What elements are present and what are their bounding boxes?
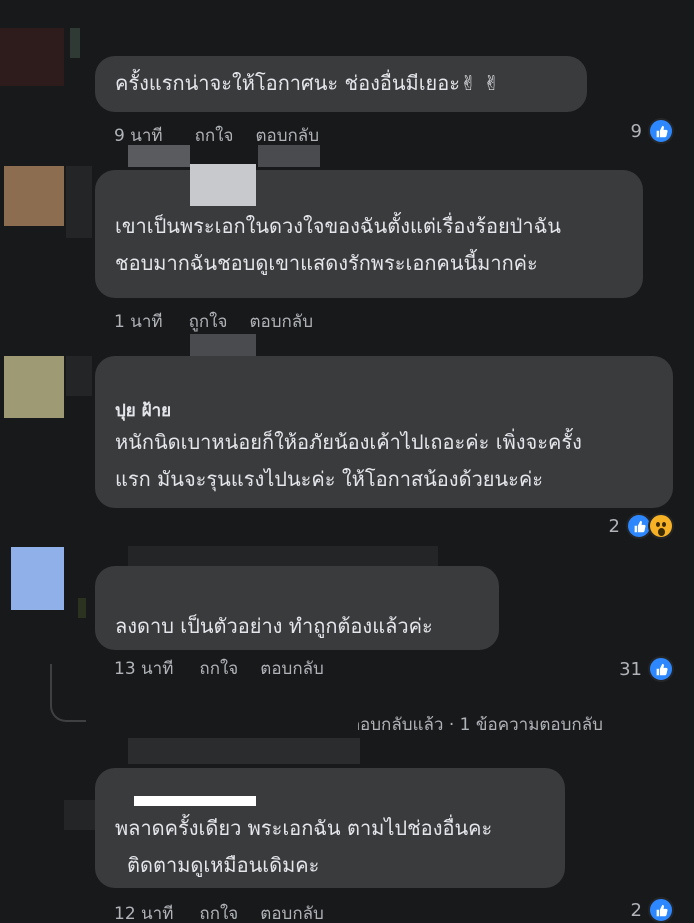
censored-name [66,356,92,396]
avatar[interactable] [4,166,64,226]
comment-text: ลงดาบ เป็นตัวอย่าง ทำถูกต้องแล้วค่ะ [115,614,433,638]
like-icon [648,656,674,682]
like-button[interactable]: ถกใจ [195,122,234,149]
censored-name [128,738,360,764]
like-icon [648,897,674,923]
reaction-summary[interactable]: 2 [609,513,674,539]
comments-page: ครั้งแรกน่าจะให้โอกาศนะ ช่องอื่นมีเยอะ✌ … [0,0,694,923]
comment-time[interactable]: 12 นาที [114,900,173,923]
censored-name [78,598,86,618]
reply-button[interactable]: ตอบกลับ [260,900,324,923]
censored-name [190,164,256,206]
comment-text: ชอบมากฉันชอบดูเขาแสดงรักพระเอกคนนี้มากค่… [115,251,538,275]
censored-name [86,680,358,740]
avatar[interactable] [11,547,64,610]
view-replies-link[interactable]: ตอบกลับแล้ว · 1 ข้อความตอบกลับ [358,711,603,738]
comment-actions: 12 นาที ถกใจ ตอบกลับ [114,900,324,923]
comment-text: พลาดครั้งเดียว พระเอกฉัน ตามไปช่องอื่นคะ [115,816,493,840]
reaction-count: 9 [630,120,642,142]
censored-name [66,166,92,238]
censored-name [70,28,80,58]
reply-button[interactable]: ตอบกลับ [249,308,313,335]
thread-connector [50,664,86,722]
comment-actions: 1 นาที ถูกใจ ตอบกลับ [114,308,313,335]
comment-bubble: ลงดาบ เป็นตัวอย่าง ทำถูกต้องแล้วค่ะ [95,566,499,650]
censored-name [134,796,256,806]
like-button[interactable]: ถกใจ [199,658,238,679]
comment-text: หนักนิดเบาหน่อยก็ให้อภัยน้องเค้าไปเถอะค่… [115,430,582,454]
reaction-summary[interactable]: 2 [631,897,674,923]
reaction-count: 2 [608,515,620,537]
reaction-count: 2 [630,899,642,921]
like-button[interactable]: ถกใจ [199,900,238,923]
censored-name [190,334,256,356]
comment-bubble: ครั้งแรกน่าจะให้โอกาศนะ ช่องอื่นมีเยอะ✌ … [95,56,587,112]
comment-text: ครั้งแรกน่าจะให้โอกาศนะ ช่องอื่นมีเยอะ✌ … [115,71,500,95]
like-icon [648,118,674,144]
comment-bubble: ปุย ฝ้าย หนักนิดเบาหน่อยก็ให้อภัยน้องเค้… [95,356,673,508]
comment-actions: 13 นาที ถกใจ ตอบกลับ [114,658,324,679]
reply-button[interactable]: ตอบกลับ [260,658,324,679]
censored-name [258,145,320,167]
censored-name [128,145,190,167]
avatar[interactable] [0,28,64,86]
comment-text: เขาเป็นพระเอกในดวงใจของฉันตั้งแต่เรื่องร… [115,214,561,238]
comment-bubble: เขาเป็นพระเอกในดวงใจของฉันตั้งแต่เรื่องร… [95,170,643,298]
comment-bubble: พลาดครั้งเดียว พระเอกฉัน ตามไปช่องอื่นคะ… [95,768,565,888]
comment-author[interactable]: ปุย ฝ้าย [115,398,653,424]
comment-text: แรก มันจะรุนแรงไปนะค่ะ ให้โอกาสน้องด้วยน… [115,467,544,491]
avatar[interactable] [4,356,64,418]
reaction-summary[interactable]: 9 [631,118,674,144]
reaction-summary[interactable]: 31 [619,656,674,682]
comment-text: ติดตามดูเหมือนเดิมคะ [127,853,320,877]
comment-time[interactable]: 13 นาที [114,658,173,679]
reaction-count: 31 [619,658,642,680]
wow-icon [648,513,674,539]
comment-time[interactable]: 1 นาที [114,308,163,335]
like-button[interactable]: ถูกใจ [189,308,228,335]
